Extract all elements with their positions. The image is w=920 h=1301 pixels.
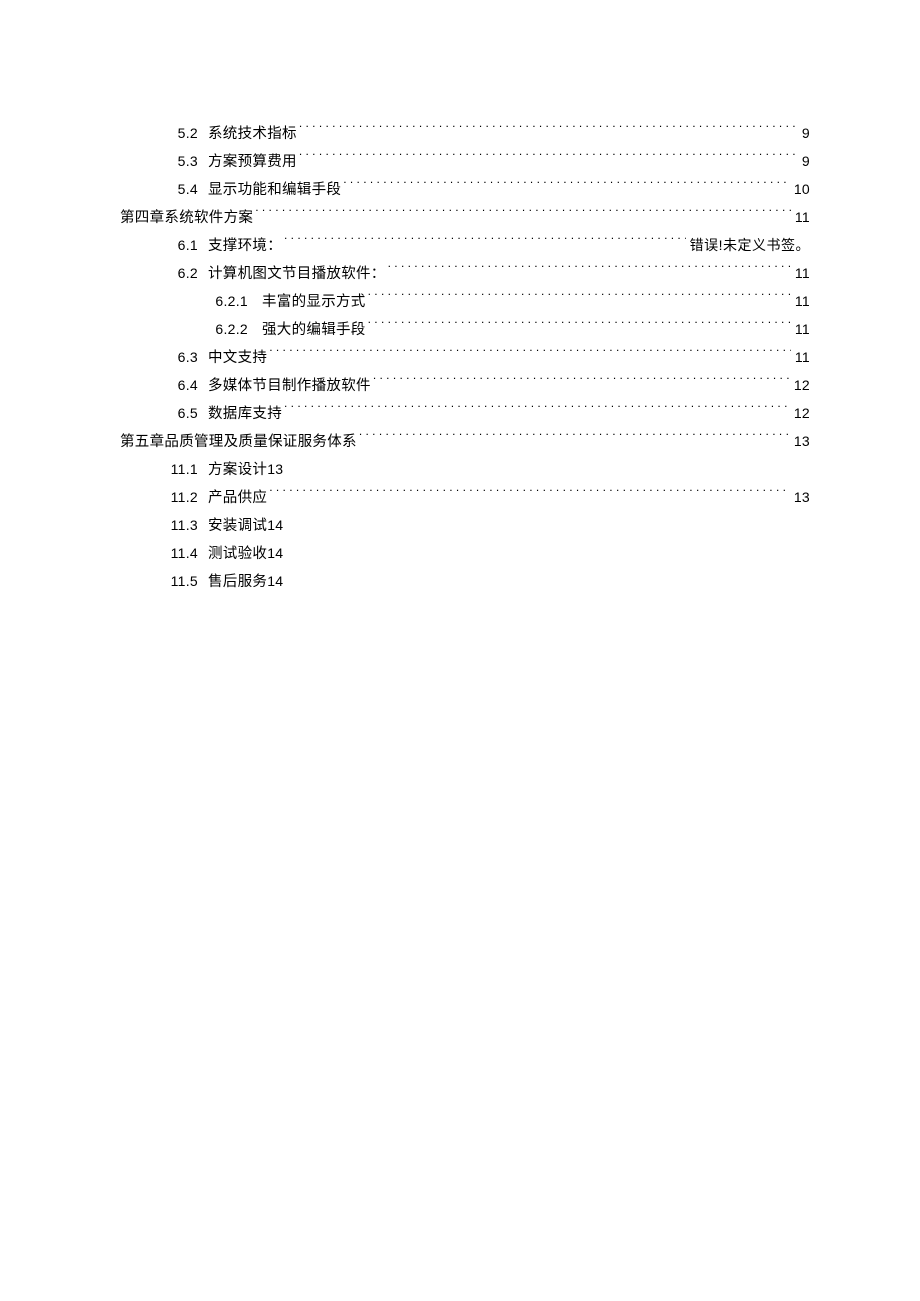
toc-entry-number: 11.5 <box>162 568 198 595</box>
toc-entry-number: 5.3 <box>162 148 198 175</box>
toc-entry-page: 12 <box>792 400 810 427</box>
toc-entry-number: 6.2 <box>162 260 198 287</box>
toc-entry-page: 13 <box>792 428 810 455</box>
toc-entry[interactable]: 6.2.2 强大的编辑手段 11 <box>120 316 810 344</box>
toc-entry-number: 5.4 <box>162 176 198 203</box>
toc-entry-page: 13 <box>792 484 810 511</box>
toc-entry[interactable]: 6.1 支撑环境： 错误!未定义书签。 <box>120 232 810 260</box>
toc-entry-number: 6.3 <box>162 344 198 371</box>
toc-entry[interactable]: 11.3 安装调试14 <box>120 512 810 540</box>
toc-entry-title: 安装调试 <box>208 513 267 540</box>
toc-entry-number: 6.1 <box>162 232 198 259</box>
toc-entry-page: 13 <box>267 456 283 483</box>
toc-entry-page: 14 <box>267 540 283 567</box>
toc-dot-leader <box>284 404 790 419</box>
toc-entry-title: 强大的编辑手段 <box>262 317 366 344</box>
toc-entry-title: 数据库支持 <box>208 401 282 428</box>
toc-entry-page: 10 <box>792 176 810 203</box>
toc-entry-error: 错误!未定义书签。 <box>688 232 810 259</box>
toc-entry-page: 12 <box>792 372 810 399</box>
toc-entry[interactable]: 11.5 售后服务14 <box>120 568 810 596</box>
table-of-contents: 5.2系统技术指标95.3方案预算费用95.4显示功能和编辑手段10第四章系统软… <box>120 120 810 596</box>
toc-entry-title: 售后服务 <box>208 569 267 596</box>
toc-entry[interactable]: 6.2 计算机图文节目播放软件： 11 <box>120 260 810 288</box>
toc-dot-leader <box>269 348 791 363</box>
toc-dot-leader <box>299 152 798 167</box>
toc-entry-number: 6.4 <box>162 372 198 399</box>
toc-entry-page: 11 <box>793 344 810 371</box>
toc-entry-page: 11 <box>793 288 810 315</box>
toc-entry-page: 11 <box>793 316 810 343</box>
toc-entry-title: 方案设计 <box>208 457 267 484</box>
toc-entry-page: 9 <box>800 148 810 175</box>
toc-entry-title: 产品供应 <box>208 485 267 512</box>
toc-entry-title: 丰富的显示方式 <box>262 289 366 316</box>
toc-entry[interactable]: 5.2 系统技术指标 9 <box>120 120 810 148</box>
toc-entry-title: 系统技术指标 <box>208 121 297 148</box>
toc-dot-leader <box>255 208 791 223</box>
toc-entry[interactable]: 6.4 多媒体节目制作播放软件 12 <box>120 372 810 400</box>
document-page: 5.2系统技术指标95.3方案预算费用95.4显示功能和编辑手段10第四章系统软… <box>0 0 920 1301</box>
toc-entry-title: 支撑环境： <box>208 233 282 260</box>
toc-entry[interactable]: 6.5 数据库支持 12 <box>120 400 810 428</box>
toc-entry[interactable]: 6.2.1 丰富的显示方式 11 <box>120 288 810 316</box>
toc-entry-number: 6.2.1 <box>206 288 248 315</box>
toc-dot-leader <box>269 488 790 503</box>
toc-entry-number: 6.5 <box>162 400 198 427</box>
toc-entry-page: 11 <box>793 260 810 287</box>
toc-entry-page: 14 <box>267 512 283 539</box>
toc-dot-leader <box>368 292 791 307</box>
toc-dot-leader <box>284 236 686 251</box>
toc-dot-leader <box>373 376 790 391</box>
toc-entry[interactable]: 11.2 产品供应 13 <box>120 484 810 512</box>
toc-entry[interactable]: 11.4 测试验收14 <box>120 540 810 568</box>
toc-entry-number: 5.2 <box>162 120 198 147</box>
toc-dot-leader <box>359 432 790 447</box>
toc-entry-page: 14 <box>267 568 283 595</box>
toc-entry-number: 11.4 <box>162 540 198 567</box>
toc-entry-title: 计算机图文节目播放软件： <box>208 261 386 288</box>
toc-dot-leader <box>368 320 791 335</box>
toc-dot-leader <box>299 124 798 139</box>
toc-entry-title: 测试验收 <box>208 541 267 568</box>
toc-entry-number: 6.2.2 <box>206 316 248 343</box>
toc-entry-number: 11.2 <box>162 484 198 511</box>
toc-entry-number: 11.1 <box>162 456 198 483</box>
toc-entry[interactable]: 第四章系统软件方案 11 <box>120 204 810 232</box>
toc-entry[interactable]: 5.3 方案预算费用 9 <box>120 148 810 176</box>
toc-entry-title: 多媒体节目制作播放软件 <box>208 373 371 400</box>
toc-entry[interactable]: 5.4 显示功能和编辑手段 10 <box>120 176 810 204</box>
toc-entry[interactable]: 第五章品质管理及质量保证服务体系 13 <box>120 428 810 456</box>
toc-dot-leader <box>343 180 790 195</box>
toc-entry-page: 9 <box>800 120 810 147</box>
toc-dot-leader <box>388 264 791 279</box>
toc-entry-page: 11 <box>793 204 810 231</box>
toc-entry[interactable]: 6.3 中文支持 11 <box>120 344 810 372</box>
toc-entry-title: 方案预算费用 <box>208 149 297 176</box>
toc-entry[interactable]: 11.1 方案设计13 <box>120 456 810 484</box>
toc-entry-title: 第四章系统软件方案 <box>120 205 253 232</box>
toc-entry-title: 第五章品质管理及质量保证服务体系 <box>120 429 357 456</box>
toc-entry-number: 11.3 <box>162 512 198 539</box>
toc-entry-title: 中文支持 <box>208 345 267 372</box>
toc-entry-title: 显示功能和编辑手段 <box>208 177 341 204</box>
